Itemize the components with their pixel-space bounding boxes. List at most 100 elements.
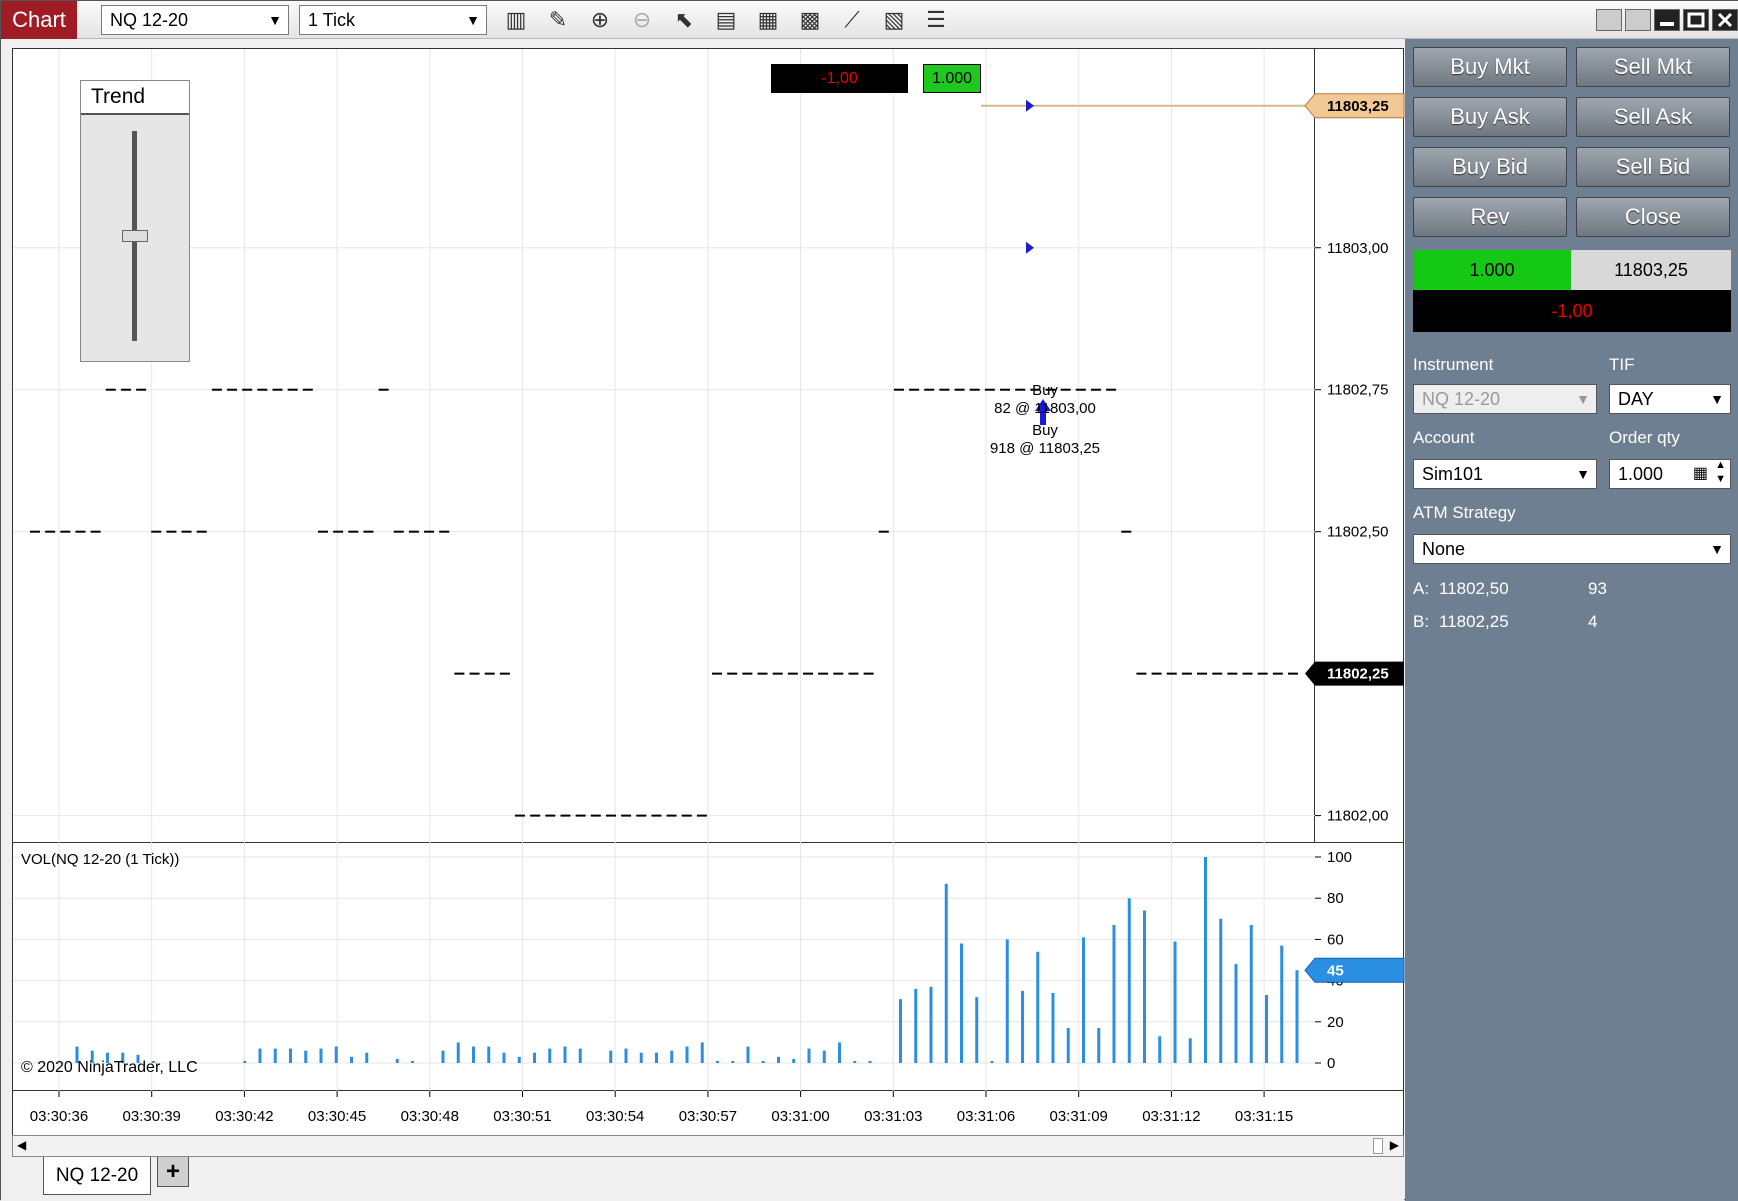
rev-button[interactable]: Rev (1413, 197, 1567, 237)
add-tab-button[interactable]: + (157, 1157, 189, 1187)
time-axis[interactable]: 03:30:36 03:30:39 03:30:42 03:30:45 03:30:48… (12, 1091, 1404, 1135)
maximize-button[interactable] (1683, 9, 1709, 31)
chart-window: Chart NQ 12-20 ▼ 1 Tick ▼ ▥ ✎ ⊕ ⊖ ⬉ ▤ ▦ ▩ ⟋ ▧ ☰ Tren… (0, 0, 1738, 1201)
toolbar: Chart NQ 12-20 ▼ 1 Tick ▼ ▥ ✎ ⊕ ⊖ ⬉ ▤ ▦ ▩ ⟋ ▧ ☰ (1, 1, 1738, 39)
account-select[interactable]: Sim101 ▼ (1413, 459, 1597, 489)
templates-icon[interactable]: ☰ (923, 7, 949, 33)
volume-axis-label: 20 (1327, 1014, 1344, 1031)
instrument-label: Instrument (1413, 355, 1494, 374)
account-label: Account (1413, 428, 1475, 447)
interval-select[interactable]: 1 Tick ▼ (299, 5, 487, 35)
link-button-1[interactable] (1596, 9, 1622, 31)
execution-detail-1: 82 @ 11803,00 (994, 400, 1096, 417)
chart-tab[interactable]: Chart (1, 1, 77, 39)
bottom-tab-bar: NQ 12-20 + (1, 1157, 1404, 1201)
strategies-icon[interactable]: ⟋ (839, 7, 865, 33)
position-price-cell: 11803,25 (1571, 250, 1731, 290)
chevron-down-icon: ▼ (268, 12, 282, 28)
chevron-down-icon: ▼ (1576, 466, 1590, 482)
minimize-button[interactable] (1654, 9, 1680, 31)
time-axis-label: 03:30:48 (401, 1108, 459, 1125)
copyright: © 2020 NinjaTrader, LLC (21, 1059, 198, 1076)
stepper-icon[interactable]: ▲ ▼ (1715, 458, 1726, 486)
bid-label: B: (1413, 612, 1430, 631)
pnl-cell: -1,00 (1413, 290, 1731, 332)
close-icon (1717, 12, 1733, 28)
position-price-label: 11803,25 (1327, 98, 1389, 115)
chart-trader-panel: Buy Mkt Sell Mkt Buy Ask Sell Ask Buy Bi… (1405, 39, 1738, 1201)
time-axis-label: 03:31:12 (1142, 1108, 1200, 1125)
chart-trader-icon[interactable]: ▦ (755, 7, 781, 33)
bid-size: 4 (1588, 612, 1598, 631)
instrument-field-value: NQ 12-20 (1422, 389, 1501, 409)
price-axis-label: 11802,50 (1327, 524, 1388, 541)
buy-mkt-button[interactable]: Buy Mkt (1413, 47, 1567, 87)
link-button-2[interactable] (1625, 9, 1651, 31)
tif-select[interactable]: DAY ▼ (1609, 384, 1731, 414)
buy-bid-button[interactable]: Buy Bid (1413, 147, 1567, 187)
chevron-down-icon: ▼ (1710, 391, 1724, 407)
minimize-icon (1660, 22, 1674, 26)
ask-label: A: (1413, 579, 1430, 598)
pointer-icon[interactable]: ⬉ (671, 7, 697, 33)
sell-bid-button[interactable]: Sell Bid (1576, 147, 1730, 187)
close-button[interactable]: Close (1576, 197, 1730, 237)
price-axis-label: 11803,00 (1327, 240, 1388, 257)
order-qty-field[interactable]: 1.000 ▦ ▲ ▼ (1609, 459, 1731, 489)
position-qty-cell: 1.000 (1413, 250, 1571, 290)
execution-buy-2: Buy (1032, 422, 1058, 439)
volume-axis[interactable]: 10080604020045 (1304, 843, 1405, 1091)
time-axis-label: 03:30:54 (586, 1108, 644, 1125)
data-box-icon[interactable]: ▤ (713, 7, 739, 33)
instrument-select-value: NQ 12-20 (110, 10, 189, 30)
zoom-out-icon[interactable]: ⊖ (629, 7, 655, 33)
volume-axis-label: 0 (1327, 1055, 1335, 1072)
account-select-value: Sim101 (1422, 464, 1484, 484)
bar-type-icon[interactable]: ▥ (503, 7, 529, 33)
instrument-select[interactable]: NQ 12-20 ▼ (101, 5, 289, 35)
time-axis-label: 03:31:15 (1235, 1108, 1293, 1125)
ask-size: 93 (1588, 579, 1607, 598)
chevron-down-icon: ▼ (1576, 391, 1590, 407)
price-axis-label: 11802,00 (1327, 808, 1388, 825)
scroll-right-icon[interactable]: ▶ (1390, 1138, 1399, 1152)
trend-widget[interactable]: Trend (80, 80, 190, 362)
drawing-tool-icon[interactable]: ✎ (545, 7, 571, 33)
tif-label: TIF (1609, 355, 1635, 374)
chevron-down-icon: ▼ (1710, 541, 1724, 557)
time-axis-label: 03:31:06 (957, 1108, 1015, 1125)
sell-ask-button[interactable]: Sell Ask (1576, 97, 1730, 137)
scroll-left-icon[interactable]: ◀ (17, 1138, 26, 1152)
indicators-icon[interactable]: ▩ (797, 7, 823, 33)
order-qty-value: 1.000 (1618, 464, 1664, 484)
position-qty[interactable]: 1.000 (923, 64, 981, 93)
volume-panel[interactable]: VOL(NQ 12-20 (1 Tick)) © 2020 NinjaTrade… (12, 843, 1316, 1091)
atm-strategy-select[interactable]: None ▼ (1413, 534, 1731, 564)
trend-title: Trend (81, 81, 189, 115)
execution-marker-icon[interactable] (1026, 241, 1034, 254)
execution-buy-1: Buy (1032, 382, 1058, 399)
last-price-label: 11802,25 (1327, 666, 1389, 683)
time-axis-label: 03:30:45 (308, 1108, 366, 1125)
properties-icon[interactable]: ▧ (881, 7, 907, 33)
instrument-field[interactable]: NQ 12-20 ▼ (1413, 384, 1597, 414)
atm-strategy-label: ATM Strategy (1413, 503, 1516, 522)
ask-price: 11802,50 (1439, 579, 1509, 598)
scroll-thumb[interactable] (1373, 1138, 1383, 1154)
tab-nq-12-20[interactable]: NQ 12-20 (43, 1157, 151, 1195)
bid-price: 11802,25 (1439, 612, 1509, 631)
price-panel[interactable]: Trend -1,00 1.000 Buy 82 @ 11803,00 Buy … (12, 48, 1316, 844)
calculator-icon[interactable]: ▦ (1693, 460, 1708, 488)
time-axis-label: 03:31:09 (1050, 1108, 1108, 1125)
sell-mkt-button[interactable]: Sell Mkt (1576, 47, 1730, 87)
trend-slider-track-bg (81, 115, 189, 361)
trend-slider-thumb[interactable] (122, 230, 148, 242)
buy-ask-button[interactable]: Buy Ask (1413, 97, 1567, 137)
zoom-in-icon[interactable]: ⊕ (587, 7, 613, 33)
volume-axis-label: 100 (1327, 849, 1352, 866)
horizontal-scrollbar[interactable]: ◀ ▶ (12, 1135, 1404, 1157)
price-axis[interactable]: 11803,00 11802,75 11802,50 11802,00 11802,25… (1304, 48, 1405, 843)
execution-marker-icon[interactable] (1026, 99, 1034, 112)
close-window-button[interactable] (1712, 9, 1738, 31)
time-axis-label: 03:30:42 (215, 1108, 273, 1125)
